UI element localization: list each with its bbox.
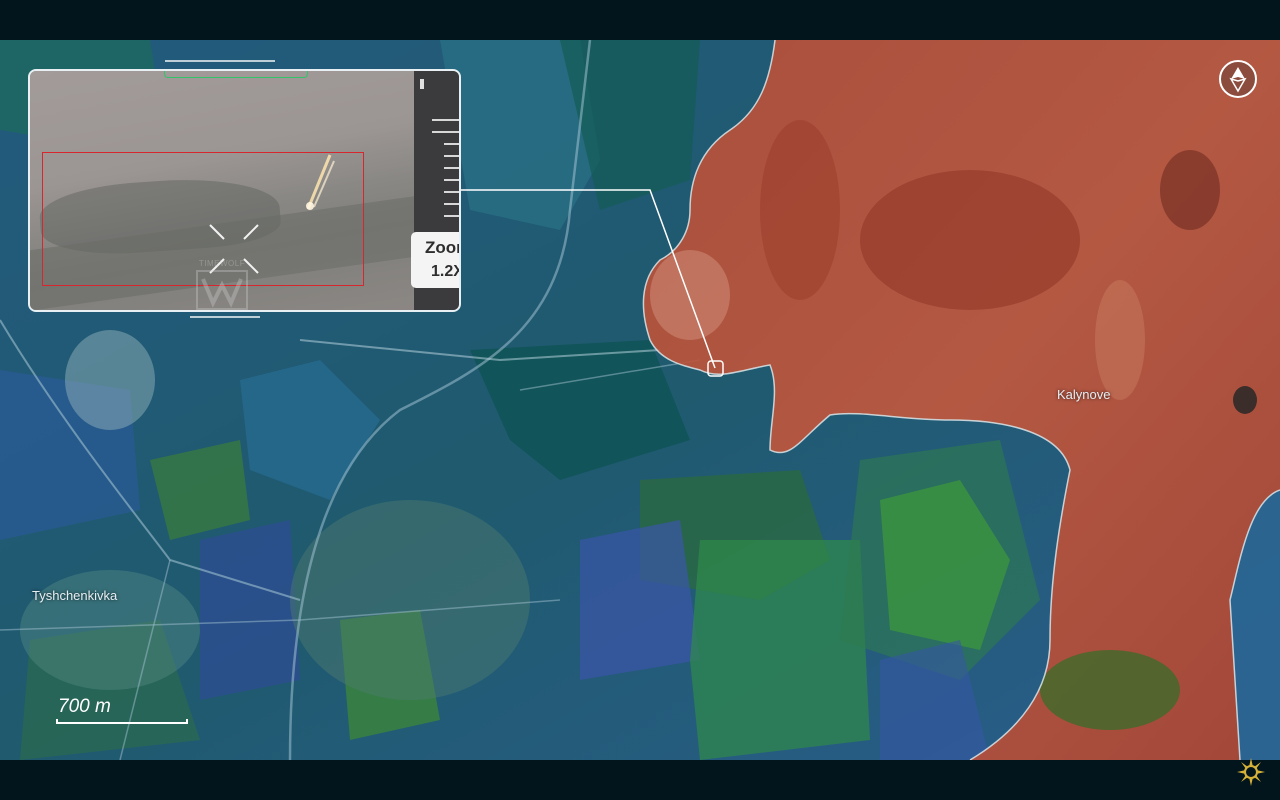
status-bar-indicator <box>164 71 308 78</box>
drone-footage-inset[interactable]: TIMEWOLF Zoom 1.2X <box>28 69 461 312</box>
satellite-map[interactable]: Kalynove Tyshchenkivka 700 m TIMEWOLF Zo… <box>0 40 1280 760</box>
drone-video-frame: TIMEWOLF <box>30 71 459 310</box>
place-label-tyshchenkivka: Tyshchenkivka <box>32 588 118 603</box>
zoom-indicator: Zoom 1.2X <box>411 232 461 288</box>
sun-emblem-icon <box>1236 757 1266 787</box>
drone-unit-logo: TIMEWOLF <box>185 259 259 310</box>
inset-bottom-rule <box>190 316 260 318</box>
scale-bar <box>56 719 188 724</box>
zoom-value: 1.2X <box>431 263 461 280</box>
letterbox-top <box>0 0 1280 40</box>
scale-label: 700 m <box>58 696 111 717</box>
zoom-title: Zoom <box>425 238 459 257</box>
compass-north-icon[interactable] <box>1219 60 1257 98</box>
inset-top-rule <box>165 60 275 62</box>
place-label-kalynove: Kalynove <box>1057 387 1111 402</box>
letterbox-bottom <box>0 760 1280 800</box>
